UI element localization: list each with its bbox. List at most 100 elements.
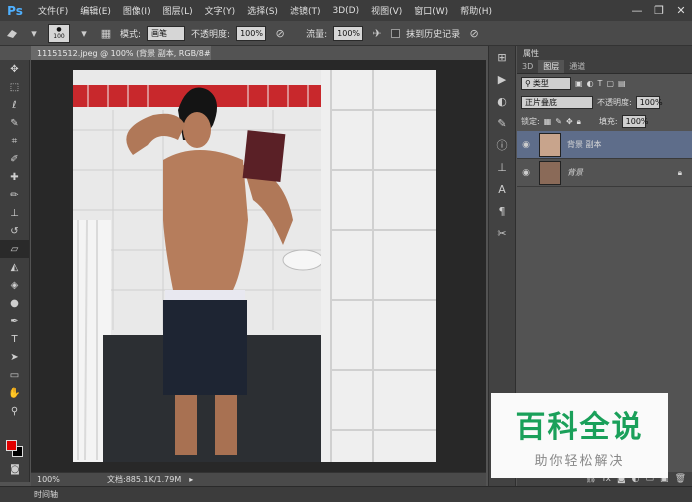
- status-arrow-icon[interactable]: ▸: [189, 475, 193, 484]
- lock-transparent-icon[interactable]: ▦: [544, 117, 552, 126]
- tab-3d[interactable]: 3D: [517, 60, 538, 73]
- move-tool-icon[interactable]: ✥: [0, 60, 29, 78]
- lasso-tool-icon[interactable]: ℓ: [0, 96, 29, 114]
- document-info: 文档:885.1K/1.79M: [107, 475, 182, 484]
- dodge-tool-icon[interactable]: ●: [0, 294, 29, 312]
- blend-mode-select[interactable]: 正片叠底: [521, 96, 593, 109]
- mode-label: 模式:: [120, 29, 142, 40]
- timeline-bar[interactable]: 时间轴: [0, 486, 692, 502]
- rectangle-tool-icon[interactable]: ▭: [0, 366, 29, 384]
- paragraph-panel-icon[interactable]: ¶: [489, 200, 515, 222]
- eye-icon[interactable]: ◉: [517, 168, 535, 178]
- eyedropper-tool-icon[interactable]: ✐: [0, 150, 29, 168]
- filter-pixel-icon[interactable]: ▣: [575, 79, 583, 88]
- panel-tabs: 3D 图层 通道: [517, 60, 692, 74]
- tab-channels[interactable]: 通道: [564, 60, 590, 73]
- menu-file[interactable]: 文件(F): [32, 4, 74, 17]
- history-panel-icon[interactable]: ⊞: [489, 46, 515, 68]
- menu-filter[interactable]: 滤镜(T): [284, 4, 327, 17]
- properties-header[interactable]: 属性: [517, 46, 692, 60]
- chevron-down-icon[interactable]: ▾: [76, 25, 92, 41]
- eraser-tool-icon[interactable]: ▱: [0, 240, 29, 258]
- brush-panel-icon[interactable]: ▦: [98, 25, 114, 41]
- eye-icon[interactable]: ◉: [517, 140, 535, 150]
- quick-select-tool-icon[interactable]: ✎: [0, 114, 29, 132]
- blur-tool-icon[interactable]: ◈: [0, 276, 29, 294]
- filter-smart-object-icon[interactable]: ▤: [618, 79, 626, 88]
- brush-size-value: 100: [53, 32, 65, 40]
- hand-tool-icon[interactable]: ✋: [0, 384, 29, 402]
- layer-name[interactable]: 背景 副本: [567, 139, 602, 150]
- brush-tool-icon[interactable]: ✏: [0, 186, 29, 204]
- pressure-size-icon[interactable]: ⊘: [466, 25, 482, 41]
- clone-source-panel-icon[interactable]: ⊥: [489, 156, 515, 178]
- tab-layers[interactable]: 图层: [538, 60, 565, 73]
- eraser-tool-icon[interactable]: [4, 25, 20, 41]
- menu-window[interactable]: 窗口(W): [408, 4, 454, 17]
- layer-kind-value: 类型: [532, 79, 549, 88]
- menu-help[interactable]: 帮助(H): [454, 4, 498, 17]
- menu-select[interactable]: 选择(S): [241, 4, 284, 17]
- menu-edit[interactable]: 编辑(E): [74, 4, 117, 17]
- layer-opacity-input[interactable]: 100%: [635, 96, 663, 109]
- pen-tool-icon[interactable]: ✒: [0, 312, 29, 330]
- layer-row-background[interactable]: ◉ 背景 🔒︎: [517, 159, 692, 187]
- minimize-button[interactable]: —: [626, 0, 648, 21]
- restore-button[interactable]: ❐: [648, 0, 670, 21]
- pressure-opacity-icon[interactable]: ⊘: [272, 25, 288, 41]
- menu-3d[interactable]: 3D(D): [326, 6, 365, 16]
- airbrush-icon[interactable]: ✈: [369, 25, 385, 41]
- type-tool-icon[interactable]: T: [0, 330, 29, 348]
- layer-opacity-value: 100%: [639, 98, 663, 107]
- menu-type[interactable]: 文字(Y): [199, 4, 242, 17]
- menu-view[interactable]: 视图(V): [365, 4, 408, 17]
- brush-size-picker[interactable]: ● 100: [48, 23, 70, 43]
- erase-history-checkbox[interactable]: [391, 28, 401, 38]
- close-button[interactable]: ✕: [670, 0, 692, 21]
- status-bar: 100% 文档:885.1K/1.79M ▸: [31, 472, 486, 486]
- zoom-level[interactable]: 100%: [37, 475, 67, 484]
- layer-name[interactable]: 背景: [567, 167, 583, 178]
- fill-input[interactable]: 100%: [621, 115, 649, 128]
- erase-history-label: 抹到历史记录: [406, 29, 461, 40]
- zoom-tool-icon[interactable]: ⚲: [0, 402, 29, 420]
- brush-presets-panel-icon[interactable]: ✎: [489, 112, 515, 134]
- filter-type-icon[interactable]: T: [598, 79, 603, 88]
- timeline-label[interactable]: 时间轴: [34, 489, 58, 500]
- fill-label: 填充:: [598, 117, 618, 126]
- lock-pixels-icon[interactable]: ✎: [555, 117, 562, 126]
- filter-adjustment-icon[interactable]: ◐: [587, 79, 594, 88]
- chevron-down-icon[interactable]: ▾: [26, 25, 42, 41]
- marquee-tool-icon[interactable]: ⬚: [0, 78, 29, 96]
- opacity-input[interactable]: 100%: [236, 25, 267, 41]
- flow-input[interactable]: 100%: [333, 25, 364, 41]
- blend-mode-value: 正片叠底: [525, 98, 557, 107]
- character-panel-icon[interactable]: A: [489, 178, 515, 200]
- healing-brush-tool-icon[interactable]: ✚: [0, 168, 29, 186]
- filter-shape-icon[interactable]: ▢: [606, 79, 614, 88]
- menu-image[interactable]: 图像(I): [117, 4, 157, 17]
- path-selection-tool-icon[interactable]: ➤: [0, 348, 29, 366]
- clone-stamp-tool-icon[interactable]: ⊥: [0, 204, 29, 222]
- lock-all-icon[interactable]: 🔒︎: [577, 117, 581, 127]
- search-icon: ⚲: [525, 79, 531, 88]
- document-tab[interactable]: 11151512.jpeg @ 100% (背景 副本, RGB/8#) * ×: [31, 46, 211, 60]
- history-brush-tool-icon[interactable]: ↺: [0, 222, 29, 240]
- layer-kind-filter[interactable]: ⚲ 类型: [521, 77, 571, 90]
- paint-bucket-tool-icon[interactable]: ◭: [0, 258, 29, 276]
- foreground-color-swatch[interactable]: [6, 440, 17, 451]
- fill-value: 100%: [625, 117, 649, 126]
- delete-layer-icon[interactable]: 🗑︎: [675, 474, 686, 484]
- quick-mask-icon[interactable]: ◙: [0, 460, 30, 478]
- canvas-area[interactable]: [31, 60, 486, 472]
- photo-canvas[interactable]: [73, 70, 436, 462]
- layer-row-background-copy[interactable]: ◉ 背景 副本: [517, 131, 692, 159]
- crop-tool-icon[interactable]: ⌗: [0, 132, 29, 150]
- menu-layer[interactable]: 图层(L): [157, 4, 199, 17]
- lock-position-icon[interactable]: ✥: [566, 117, 573, 126]
- tool-presets-panel-icon[interactable]: ✂: [489, 222, 515, 244]
- mode-select[interactable]: 画笔: [147, 25, 186, 41]
- adjustments-panel-icon[interactable]: ◐: [489, 90, 515, 112]
- actions-panel-icon[interactable]: ▶: [489, 68, 515, 90]
- info-panel-icon[interactable]: ⓘ: [489, 134, 515, 156]
